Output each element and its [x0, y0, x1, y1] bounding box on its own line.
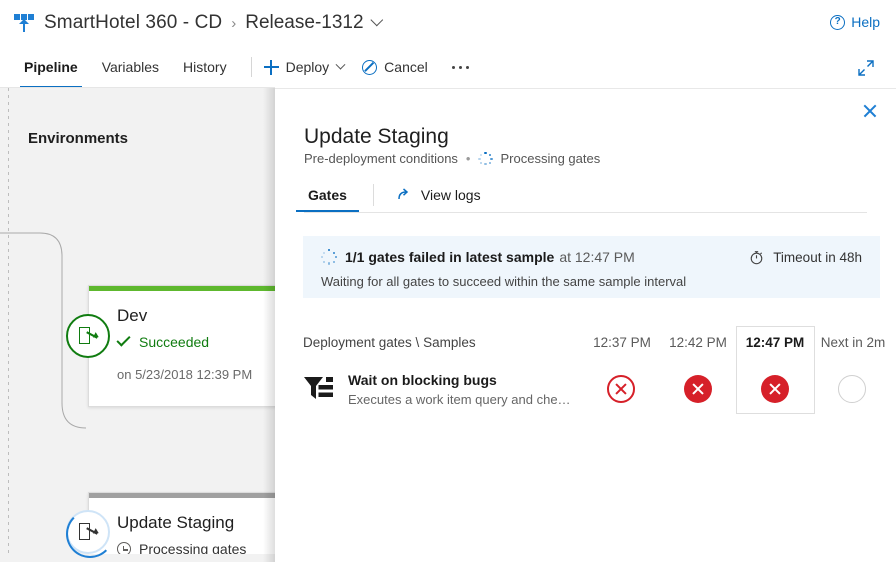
panel-subtitle-status: Processing gates [500, 151, 600, 166]
dev-env-date: on 5/23/2018 12:39 PM [117, 367, 252, 382]
canvas-horizontal-scrollbar[interactable] [0, 554, 275, 562]
environment-card-dev[interactable]: Dev Succeeded on 5/23/2018 12:39 PM [88, 285, 275, 407]
banner-timeout: Timeout in 48h [749, 250, 862, 265]
expand-button[interactable] [856, 58, 876, 78]
staging-status-stripe [89, 493, 275, 498]
toolbar-divider [251, 57, 252, 77]
gates-status-banner: 1/1 gates failed in latest sample at 12:… [303, 236, 880, 298]
view-logs-label: View logs [421, 187, 481, 203]
page-header: SmartHotel 360 - CD › Release-1312 ? Hel… [0, 0, 896, 46]
dev-env-status: Succeeded [117, 334, 209, 350]
tab-history[interactable]: History [171, 46, 239, 88]
banner-subtext: Waiting for all gates to succeed within … [321, 274, 686, 289]
banner-headline-time: at 12:47 PM [559, 249, 635, 265]
breadcrumb-separator: › [231, 15, 236, 32]
panel-tabs-underline [304, 212, 867, 213]
breadcrumb: SmartHotel 360 - CD › Release-1312 [12, 6, 382, 40]
samples-table-row-header: Deployment gates \ Samples [303, 335, 476, 350]
cancel-button[interactable]: Cancel [362, 59, 428, 75]
gate-result-pending-icon [838, 375, 866, 403]
tab-pipeline[interactable]: Pipeline [12, 46, 90, 88]
chevron-down-icon[interactable] [370, 13, 383, 26]
help-button[interactable]: ? Help [830, 14, 880, 30]
work-item-query-icon [303, 374, 337, 406]
gate-result-failed-icon[interactable] [684, 375, 712, 403]
help-icon: ? [830, 15, 845, 30]
tab-gates[interactable]: Gates [304, 187, 351, 212]
deploy-label: Deploy [286, 59, 330, 75]
gates-details-panel: Update Staging Pre-deployment conditions… [275, 88, 896, 562]
table-row[interactable]: Wait on blocking bugs Executes a work it… [303, 370, 880, 412]
sample-column-header-1: 12:37 PM [590, 335, 654, 350]
cancel-label: Cancel [384, 59, 428, 75]
breadcrumb-release[interactable]: Release-1312 [245, 12, 363, 34]
dev-status-stripe [89, 286, 275, 291]
panel-subtitle-separator: • [466, 151, 471, 166]
view-logs-button[interactable]: View logs [396, 187, 481, 212]
more-actions-button[interactable] [446, 66, 475, 69]
processing-spinner-icon [478, 152, 492, 166]
sample-column-header-2: 12:42 PM [666, 335, 730, 350]
processing-spinner-icon [321, 249, 337, 265]
timer-icon [749, 250, 764, 265]
panel-top-border [275, 88, 896, 89]
gate-result-failed-outline-icon[interactable] [607, 375, 635, 403]
help-label: Help [851, 14, 880, 30]
banner-timeout-label: Timeout in 48h [773, 250, 862, 265]
gate-result-failed-icon[interactable] [761, 375, 789, 403]
open-external-icon [396, 187, 412, 203]
gate-description: Executes a work item query and che… [348, 392, 571, 407]
panel-tab-divider [373, 184, 374, 206]
toolbar: Pipeline Variables History Deploy Cancel [0, 46, 896, 88]
panel-subtitle: Pre-deployment conditions • Processing g… [304, 151, 600, 166]
chevron-down-icon[interactable] [336, 59, 346, 69]
deploy-button[interactable]: Deploy [264, 59, 345, 75]
plus-icon [264, 60, 279, 75]
deploy-node-icon [77, 521, 99, 543]
tab-variables[interactable]: Variables [90, 46, 171, 88]
check-icon [116, 332, 130, 346]
sample-column-header-3: 12:47 PM [743, 335, 807, 350]
banner-headline-bold: 1/1 gates failed in latest sample [345, 249, 554, 265]
banner-headline: 1/1 gates failed in latest sample at 12:… [321, 249, 635, 265]
dev-env-name: Dev [117, 306, 147, 326]
staging-env-node[interactable] [66, 510, 110, 554]
sample-column-header-4: Next in 2m [820, 335, 886, 350]
release-pipeline-page: SmartHotel 360 - CD › Release-1312 ? Hel… [0, 0, 896, 562]
breadcrumb-project[interactable]: SmartHotel 360 - CD [44, 12, 222, 34]
release-pipeline-icon [12, 11, 36, 35]
dev-env-node[interactable] [66, 314, 110, 358]
panel-tabs: Gates View logs [304, 184, 481, 215]
close-icon[interactable] [859, 100, 881, 122]
pipeline-canvas: Environments Dev Succeeded on 5/23/2018 … [0, 88, 275, 562]
gate-name: Wait on blocking bugs [348, 372, 497, 388]
cancel-icon [362, 60, 377, 75]
dev-status-label: Succeeded [139, 334, 209, 350]
staging-env-name: Update Staging [117, 513, 234, 533]
panel-subtitle-prefix: Pre-deployment conditions [304, 151, 458, 166]
environment-card-update-staging[interactable]: Update Staging Processing gates 1/1 gate… [88, 492, 275, 562]
panel-title: Update Staging [304, 125, 449, 149]
deploy-node-icon [77, 325, 99, 347]
